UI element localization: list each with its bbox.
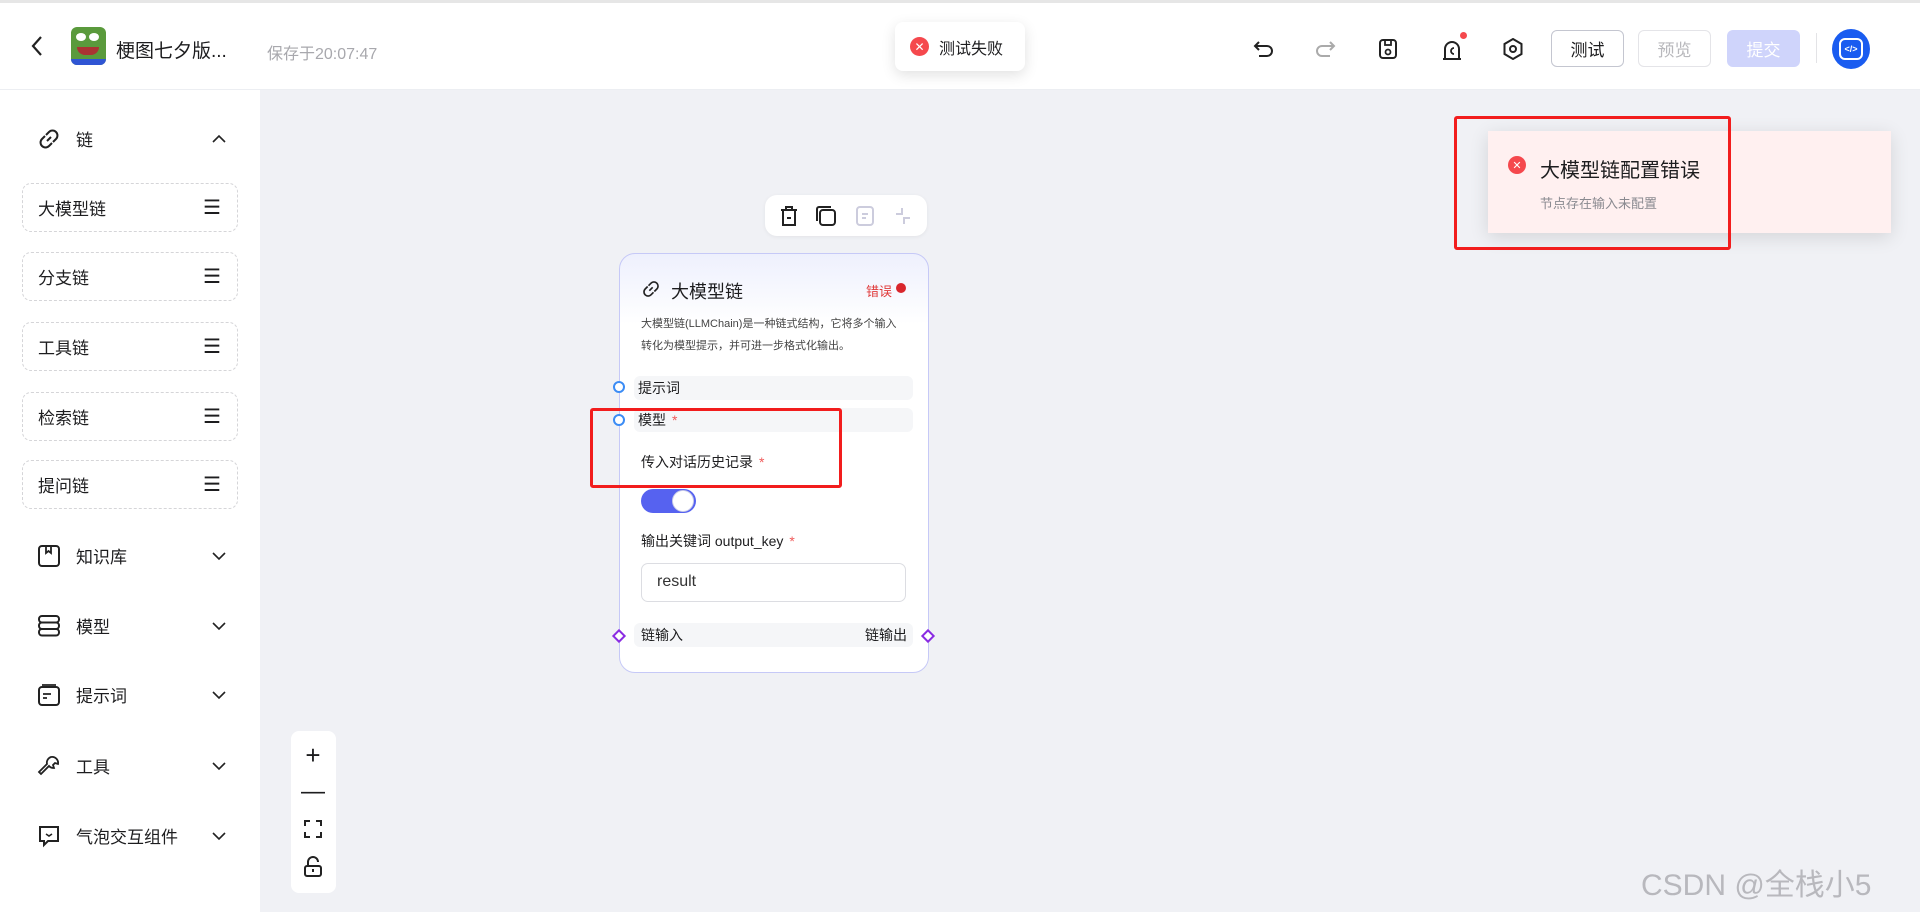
saved-status: 保存于20:07:47 [267,46,378,63]
zoom-out-icon[interactable]: — [301,778,325,805]
link-icon [39,129,59,148]
delete-icon[interactable] [777,204,801,228]
annotation-highlight-box [590,408,842,488]
item-label: 检索链 [38,409,89,428]
divider [1816,33,1817,63]
chain-item-retrieval[interactable]: 检索链 ☰ [22,392,238,441]
settings-icon[interactable] [1501,36,1525,62]
zoom-in-icon[interactable]: + [301,740,325,770]
item-label: 分支链 [38,269,89,288]
output-key-input[interactable]: result [641,563,906,602]
section-label: 知识库 [76,548,127,567]
section-label: 提示词 [76,687,127,706]
notification-dot [1460,32,1467,39]
chain-item-llm[interactable]: 大模型链 ☰ [22,183,238,232]
chat-bubble-icon [39,825,59,847]
project-name[interactable]: 梗图七夕版... [116,36,227,63]
wrench-icon [37,755,59,775]
drag-handle-icon[interactable]: ☰ [203,334,221,359]
chevron-up-icon[interactable] [211,134,227,144]
toast-text: 测试失败 [939,40,1004,58]
copy-icon[interactable] [814,204,838,228]
toast-test-failed: ✕ 测试失败 [895,22,1025,71]
error-dot [896,283,906,293]
canvas-controls: + — [291,731,336,893]
chevron-down-icon[interactable] [211,831,227,841]
drag-handle-icon[interactable]: ☰ [203,195,221,220]
input-prompt: 提示词 [634,376,913,400]
section-knowledge[interactable]: 知识库 [37,543,227,568]
section-prompt[interactable]: 提示词 [37,682,227,707]
section-chain[interactable]: 链 [37,126,227,151]
project-avatar [71,27,106,65]
drag-handle-icon[interactable]: ☰ [203,264,221,289]
section-tools[interactable]: 工具 [37,753,227,778]
node-title: 大模型链 [671,282,743,302]
database-icon [38,614,60,636]
chain-input-label: 链输入 [641,627,683,643]
chain-output-label: 链输出 [865,627,907,643]
required-mark: * [789,533,795,549]
alarm-icon[interactable] [1439,32,1467,63]
undo-icon[interactable] [1252,37,1276,61]
node-toolbar [765,195,927,236]
node-status: 错误 [866,284,893,299]
sidebar: 链 大模型链 ☰ 分支链 ☰ 工具链 ☰ 检索链 ☰ 提问链 ☰ 知识库 模型 提示词 工… [0,90,260,912]
section-label: 链 [76,131,93,150]
back-icon[interactable] [26,33,48,59]
chevron-down-icon[interactable] [211,621,227,631]
chevron-down-icon[interactable] [211,690,227,700]
chain-item-branch[interactable]: 分支链 ☰ [22,252,238,301]
section-label: 模型 [76,618,110,637]
annotation-highlight-box [1454,116,1731,250]
section-bubble-components[interactable]: 气泡交互组件 [37,823,227,848]
preview-button[interactable]: 预览 [1638,30,1711,67]
save-template-icon[interactable] [853,204,877,228]
header: 梗图七夕版... 保存于20:07:47 ✕ 测试失败 测试 预览 提交 </> [0,0,1920,90]
chain-io-row: 链输入 链输出 [634,623,913,647]
code-assistant-icon[interactable]: </> [1832,29,1870,69]
item-label: 提问链 [38,477,89,496]
input-handle-prompt[interactable] [613,381,625,393]
prompt-icon [38,683,60,706]
section-label: 工具 [76,758,110,777]
error-icon: ✕ [910,37,929,56]
fit-view-icon[interactable] [301,817,325,841]
item-label: 工具链 [38,339,89,358]
chevron-down-icon[interactable] [211,761,227,771]
node-description-2: 转化为模型提示，并可进一步格式化输出。 [641,340,850,352]
history-toggle[interactable] [641,489,696,513]
drag-handle-icon[interactable]: ☰ [203,472,221,497]
item-label: 大模型链 [38,200,106,219]
collapse-icon[interactable] [891,204,915,228]
drag-handle-icon[interactable]: ☰ [203,404,221,429]
redo-icon[interactable] [1313,37,1337,61]
chain-item-question[interactable]: 提问链 ☰ [22,460,238,509]
save-icon[interactable] [1376,36,1400,62]
test-button[interactable]: 测试 [1551,30,1624,67]
section-label: 气泡交互组件 [76,828,178,847]
section-model[interactable]: 模型 [37,613,227,638]
node-description-1: 大模型链(LLMChain)是一种链式结构，它将多个输入 [641,318,897,330]
book-icon [38,544,60,567]
input-label: 提示词 [638,380,680,396]
chain-item-tool[interactable]: 工具链 ☰ [22,322,238,371]
watermark: CSDN @全栈小5 [1641,869,1872,902]
link-icon [643,281,659,297]
output-key-label: 输出关键词 output_key * [641,533,795,549]
unlock-icon[interactable] [301,855,325,879]
submit-button[interactable]: 提交 [1727,30,1800,67]
chevron-down-icon[interactable] [211,551,227,561]
